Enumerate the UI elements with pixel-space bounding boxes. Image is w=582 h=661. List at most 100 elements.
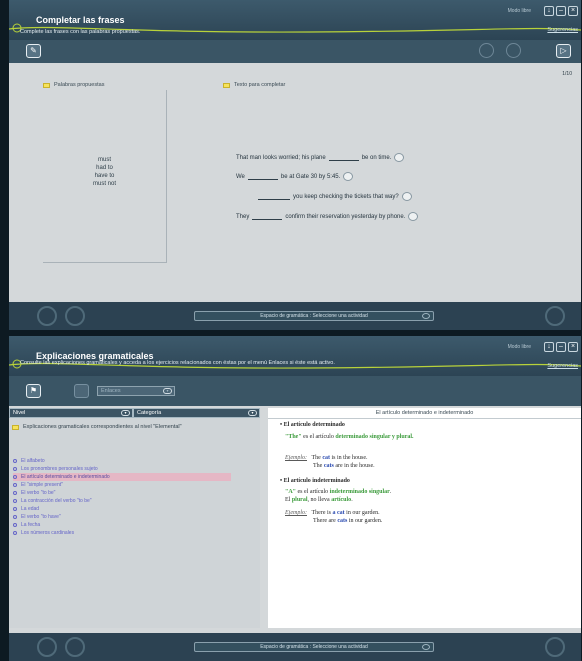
page-counter: 1/10 bbox=[562, 71, 572, 77]
example-block: Ejemplo: The cat is in the house. bbox=[285, 455, 368, 461]
toolbar: ⚑ Enlaces ▾ bbox=[9, 376, 581, 406]
bullet-icon bbox=[13, 515, 17, 519]
explanation-text: El plural, no lleva artículo. bbox=[285, 497, 353, 503]
activity-selector[interactable]: Espacio de gramática : Seleccione una ac… bbox=[194, 311, 434, 321]
check-icon[interactable] bbox=[401, 192, 412, 201]
list-item-selected[interactable]: El artículo determinado e indeterminado bbox=[13, 473, 231, 481]
deco-circle-icon bbox=[37, 306, 57, 326]
list-item[interactable]: El "simple present" bbox=[13, 481, 231, 489]
level-topic: Explicaciones gramaticales correspondien… bbox=[12, 424, 182, 430]
words-header: Palabras propuestas bbox=[43, 82, 104, 88]
page-subtitle: Consulte las explicaciones gramaticales … bbox=[20, 360, 335, 366]
sentence-row: They confirm their reservation yesterday… bbox=[236, 212, 419, 221]
list-item[interactable]: El verbo "to have" bbox=[13, 513, 231, 521]
footer-bar: Espacio de gramática : Seleccione una ac… bbox=[9, 302, 581, 330]
check-icon[interactable] bbox=[343, 172, 354, 181]
chevron-down-icon: ▾ bbox=[121, 410, 130, 416]
grammar-list: El alfabeto Los pronombres personales su… bbox=[13, 457, 231, 537]
sentence-row: you keep checking the tickets that way? bbox=[236, 192, 412, 201]
explanation-text: "The" es el artículo determinado singula… bbox=[285, 434, 414, 440]
sentence-row: We be at Gate 30 by 5:45. bbox=[236, 172, 354, 181]
bullet-icon bbox=[13, 507, 17, 511]
check-icon[interactable] bbox=[394, 153, 405, 162]
example-line: The cats are in the house. bbox=[313, 463, 375, 469]
chevron-down-icon: ▾ bbox=[248, 410, 257, 416]
list-item[interactable]: La contracción del verbo "to be" bbox=[13, 497, 231, 505]
example-block: Ejemplo: There is a cat in our garden. bbox=[285, 510, 380, 516]
deco-circle-icon bbox=[65, 306, 85, 326]
bullet-icon bbox=[13, 523, 17, 527]
check-icon[interactable] bbox=[408, 212, 419, 221]
download-icon[interactable]: ↓ bbox=[544, 342, 554, 352]
next-icon[interactable]: ▷ bbox=[556, 44, 571, 58]
fill-in-panel: Completar las frases Complete las frases… bbox=[9, 0, 581, 330]
list-item[interactable]: La fecha bbox=[13, 521, 231, 529]
page-title: Completar las frases bbox=[36, 15, 125, 25]
dropdown-icon[interactable] bbox=[422, 313, 430, 319]
mode-label: Modo libre bbox=[507, 8, 531, 14]
bullet-icon bbox=[13, 467, 17, 471]
list-item[interactable]: Los números cardinales bbox=[13, 529, 231, 537]
deco-circle-icon bbox=[37, 637, 57, 657]
folder-icon bbox=[43, 82, 50, 88]
pencil-icon[interactable]: ✎ bbox=[26, 44, 41, 58]
bullet-icon bbox=[13, 483, 17, 487]
bullet-icon bbox=[13, 499, 17, 503]
blank-tool-icon bbox=[74, 384, 89, 398]
explanation-text: "A" es el artículo indeterminado singula… bbox=[285, 489, 392, 495]
footer-bar: Espacio de gramática : Seleccione una ac… bbox=[9, 633, 581, 661]
panel-header: Explicaciones gramaticales Consulte las … bbox=[9, 336, 581, 376]
bullet-icon bbox=[13, 459, 17, 463]
example-line: There are cats in our garden. bbox=[313, 518, 383, 524]
mode-label: Modo libre bbox=[507, 344, 531, 350]
list-item[interactable]: Los pronombres personales sujeto bbox=[13, 465, 231, 473]
blank-field[interactable] bbox=[247, 174, 278, 180]
help-link[interactable]: Sugerencias bbox=[547, 363, 578, 369]
category-select[interactable]: Categoría ▾ bbox=[133, 408, 260, 418]
blank-field[interactable] bbox=[258, 194, 290, 200]
level-select[interactable]: Nivel ▾ bbox=[9, 408, 133, 418]
page-subtitle: Complete las frases con las palabras pro… bbox=[20, 29, 141, 35]
deco-circle-icon bbox=[545, 306, 565, 326]
info-circle-icon[interactable] bbox=[506, 43, 521, 58]
section-heading: • El artículo indeterminado bbox=[280, 478, 350, 484]
toolbar: ✎ ▷ bbox=[9, 40, 581, 63]
blank-field[interactable] bbox=[328, 155, 359, 161]
minimize-icon[interactable]: – bbox=[556, 342, 566, 352]
word-option[interactable]: had to bbox=[43, 164, 166, 172]
sentence-row: That man looks worried; his plane be on … bbox=[236, 153, 405, 162]
list-item[interactable]: El alfabeto bbox=[13, 457, 231, 465]
help-circle-icon[interactable] bbox=[479, 43, 494, 58]
download-icon[interactable]: ↓ bbox=[544, 6, 554, 16]
folder-icon bbox=[12, 424, 19, 430]
folder-icon bbox=[223, 82, 230, 88]
list-item[interactable]: La edad bbox=[13, 505, 231, 513]
activity-selector[interactable]: Espacio de gramática : Seleccione una ac… bbox=[194, 642, 434, 652]
window-controls: ↓ – × bbox=[544, 6, 578, 16]
list-item[interactable]: El verbo "to be" bbox=[13, 489, 231, 497]
close-icon[interactable]: × bbox=[568, 6, 578, 16]
word-option[interactable]: must bbox=[43, 156, 166, 164]
dropdown-icon[interactable] bbox=[422, 644, 430, 650]
deco-circle-icon bbox=[65, 637, 85, 657]
explanation-title: El artículo determinado e indeterminado bbox=[268, 408, 581, 419]
text-header: Texto para completar bbox=[223, 82, 285, 88]
filter-bar: Nivel ▾ Categoría ▾ bbox=[9, 408, 260, 418]
bullet-icon bbox=[13, 491, 17, 495]
minimize-icon[interactable]: – bbox=[556, 6, 566, 16]
word-option[interactable]: must not bbox=[43, 180, 166, 188]
flag-icon[interactable]: ⚑ bbox=[26, 384, 41, 398]
links-menu[interactable]: Enlaces ▾ bbox=[97, 386, 175, 396]
blank-field[interactable] bbox=[252, 214, 283, 220]
words-box: must had to have to must not bbox=[43, 90, 167, 263]
bullet-icon bbox=[13, 475, 17, 479]
close-icon[interactable]: × bbox=[568, 342, 578, 352]
chevron-down-icon: ▾ bbox=[163, 388, 172, 394]
explanation-pane: El artículo determinado e indeterminado … bbox=[268, 408, 581, 628]
panel-header: Completar las frases Complete las frases… bbox=[9, 0, 581, 40]
word-option[interactable]: have to bbox=[43, 172, 166, 180]
help-link[interactable]: Sugerencias bbox=[547, 27, 578, 33]
section-heading: • El artículo determinado bbox=[280, 422, 345, 428]
bullet-icon bbox=[13, 531, 17, 535]
grammar-panel: Explicaciones gramaticales Consulte las … bbox=[9, 336, 581, 661]
